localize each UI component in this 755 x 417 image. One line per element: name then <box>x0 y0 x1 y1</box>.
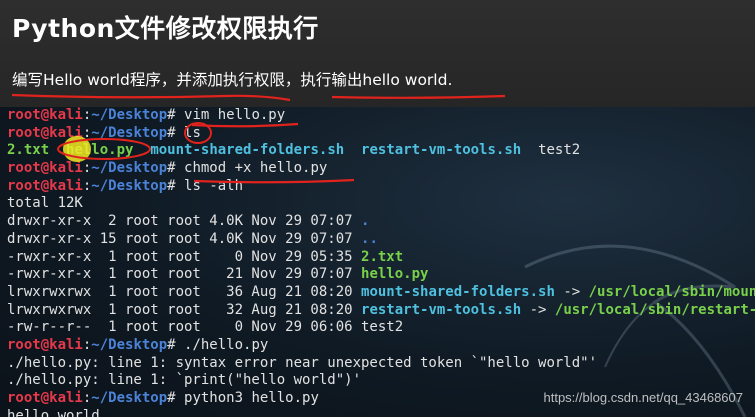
terminal-text-segment: -rwxr-xr-x 1 root root 0 Nov 29 05:35 <box>7 248 362 265</box>
terminal-prompt-line: root@kali:~/Desktop# vim hello.py <box>7 107 755 125</box>
terminal-text-segment: -rwxr-xr-x 1 root root 21 Nov 29 07:07 <box>7 266 362 283</box>
terminal-text-segment: .. <box>361 230 378 247</box>
prompt-symbol: # <box>167 390 185 406</box>
prompt-user: root@kali <box>7 336 83 353</box>
terminal-text-segment: hello.py <box>66 142 134 159</box>
prompt-path: ~/Desktop <box>91 390 168 406</box>
prompt-user: root@kali <box>7 124 83 141</box>
command-text: vim hello.py <box>184 107 286 123</box>
prompt-symbol: # <box>167 107 185 123</box>
terminal-prompt-line: root@kali:~/Desktop# ls -alh <box>7 178 755 196</box>
terminal-text: ./hello.py: line 1: syntax error near un… <box>7 354 598 371</box>
terminal-text-segment: restart-vm-tools.sh <box>361 142 522 159</box>
terminal-prompt-line: root@kali:~/Desktop# ./hello.py <box>7 337 755 355</box>
terminal-text-segment: -> <box>521 301 555 318</box>
terminal-output-line: -rw-r--r-- 1 root root 0 Nov 29 06:06 te… <box>7 319 755 337</box>
blog-url-watermark: https://blog.csdn.net/qq_43468607 <box>543 390 744 405</box>
terminal-output-line: ./hello.py: line 1: `print("hello world"… <box>7 372 755 390</box>
command-text: python3 hello.py <box>184 390 319 406</box>
prompt-symbol: # <box>167 177 185 194</box>
prompt-symbol: # <box>167 160 185 177</box>
terminal-output-line: lrwxrwxrwx 1 root root 32 Aug 21 08:20 r… <box>7 302 755 320</box>
terminal-text-segment: test2 <box>538 142 581 159</box>
terminal-text-segment: drwxr-xr-x 2 root root 4.0K Nov 29 07:07 <box>7 213 362 230</box>
slide-header: Python文件修改权限执行 编写Hello world程序，并添加执行权限，执… <box>0 0 755 108</box>
prompt-user: root@kali <box>7 107 83 123</box>
terminal-text-segment: -> <box>554 283 589 300</box>
terminal-text: ./hello.py: line 1: `print("hello world"… <box>7 372 362 389</box>
terminal-output-line: 2.txt hello.py mount-shared-folders.sh r… <box>7 142 755 160</box>
terminal-text-segment: mount-shared-folders.sh <box>150 142 345 159</box>
prompt-user: root@kali <box>7 177 83 194</box>
prompt-symbol: # <box>167 336 185 353</box>
prompt-path: ~/Desktop <box>91 160 168 177</box>
command-text: ./hello.py <box>184 336 269 353</box>
terminal-prompt-line: root@kali:~/Desktop# ls <box>7 125 755 143</box>
slide-subtitle: 编写Hello world程序，并添加执行权限，执行输出hello world. <box>12 71 453 89</box>
terminal-text-segment: mount-shared-folders.sh <box>361 283 555 300</box>
command-text: chmod +x hello.py <box>184 160 328 177</box>
terminal-output-line: hello world <box>7 408 755 417</box>
slide-title: Python文件修改权限执行 <box>12 14 319 43</box>
terminal-output-line: lrwxrwxrwx 1 root root 36 Aug 21 08:20 m… <box>7 284 755 302</box>
terminal-text-segment: 2.txt <box>7 142 50 159</box>
terminal-output-line: -rwxr-xr-x 1 root root 0 Nov 29 05:35 2.… <box>7 249 755 267</box>
prompt-symbol: # <box>167 124 185 141</box>
terminal-text-segment: lrwxrwxrwx 1 root root 32 Aug 21 08:20 <box>7 301 362 318</box>
terminal-text: -rw-r--r-- 1 root root 0 Nov 29 06:06 te… <box>7 319 404 336</box>
terminal-text-segment: /usr/local/sbin/restart-vm-tools <box>554 301 755 318</box>
terminal-text-segment: hello.py <box>361 266 429 283</box>
terminal-text-segment: drwxr-xr-x 15 root root 4.0K Nov 29 07:0… <box>7 230 362 247</box>
terminal-text-segment: . <box>361 213 370 230</box>
prompt-path: ~/Desktop <box>91 336 168 353</box>
terminal-text-segment: restart-vm-tools.sh <box>361 301 522 318</box>
terminal-window[interactable]: root@kali:~/Desktop# vim hello.py root@ka… <box>0 107 755 417</box>
command-text: ls <box>184 124 201 141</box>
terminal-output-line: drwxr-xr-x 15 root root 4.0K Nov 29 07:0… <box>7 231 755 249</box>
terminal-prompt-line: root@kali:~/Desktop# chmod +x hello.py <box>7 160 755 178</box>
terminal-output-line: -rwxr-xr-x 1 root root 21 Nov 29 07:07 h… <box>7 266 755 284</box>
terminal-output-line: ./hello.py: line 1: syntax error near un… <box>7 355 755 373</box>
prompt-user: root@kali <box>7 390 83 406</box>
terminal-text-segment: lrwxrwxrwx 1 root root 36 Aug 21 08:20 <box>7 283 362 300</box>
terminal-output: root@kali:~/Desktop# vim hello.py root@ka… <box>7 107 755 417</box>
terminal-output-line: drwxr-xr-x 2 root root 4.0K Nov 29 07:07… <box>7 213 755 231</box>
prompt-path: ~/Desktop <box>91 124 168 141</box>
terminal-output-line: total 12K <box>7 195 755 213</box>
terminal-text: total 12K <box>7 195 83 212</box>
command-text: ls -alh <box>184 177 244 194</box>
terminal-text-segment: 2.txt <box>361 248 404 265</box>
prompt-user: root@kali <box>7 160 83 177</box>
terminal-text-segment: /usr/local/sbin/mount-shared-folders <box>588 283 755 300</box>
terminal-text: hello world <box>7 407 100 417</box>
prompt-path: ~/Desktop <box>91 177 168 194</box>
prompt-path: ~/Desktop <box>91 107 168 123</box>
